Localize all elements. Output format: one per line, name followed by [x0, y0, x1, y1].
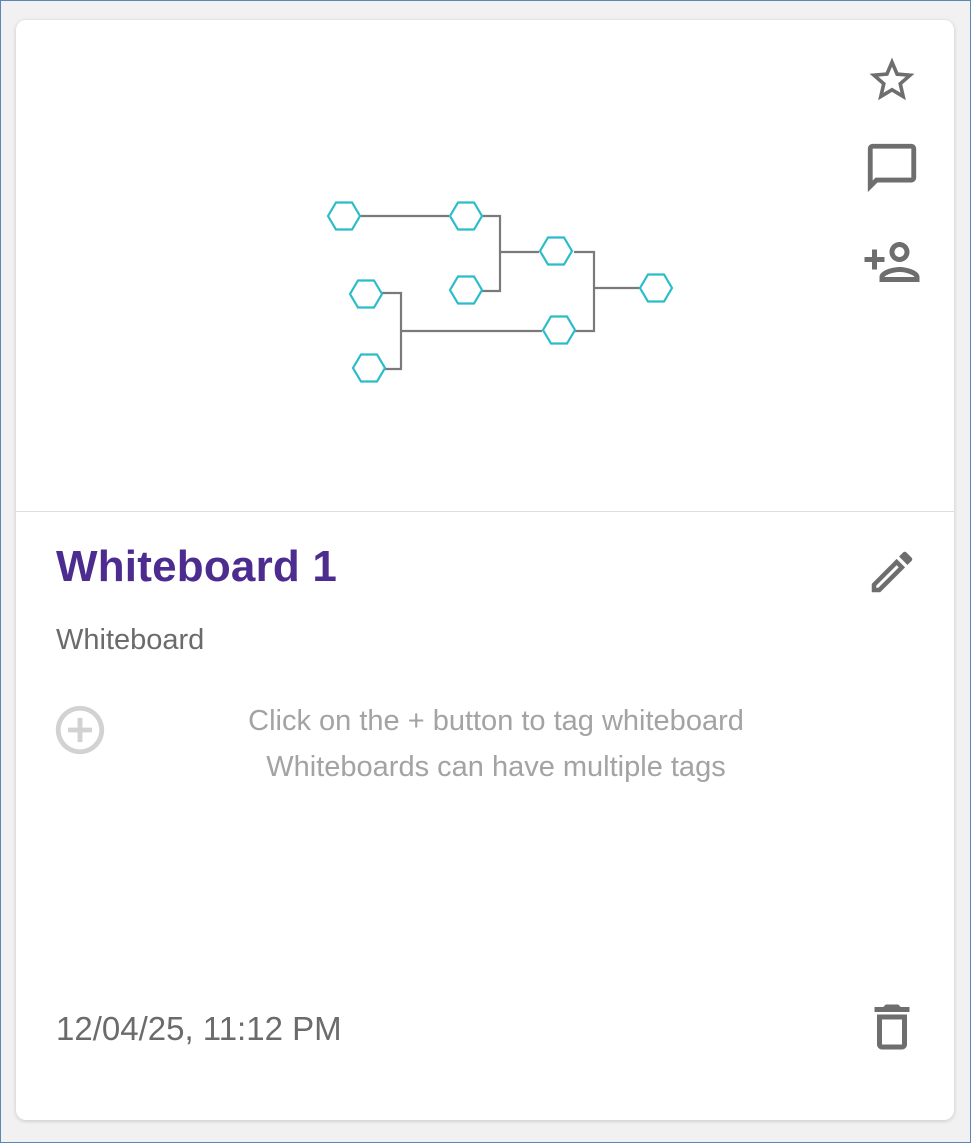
connector-line: [574, 250, 596, 333]
tag-hint-line-1: Click on the + button to tag whiteboard: [248, 705, 744, 737]
diagram-node: [538, 236, 574, 266]
diagram-node: [541, 315, 577, 345]
tag-hint: Click on the + button to tag whiteboard …: [176, 698, 816, 790]
whiteboard-card[interactable]: Whiteboard 1 Whiteboard Click on the + b…: [16, 20, 954, 1120]
add-tag-button[interactable]: [50, 700, 110, 760]
person-add-icon: [864, 242, 920, 282]
comment-icon: [867, 143, 917, 193]
connector-line: [382, 291, 403, 371]
whiteboard-type-label: Whiteboard: [56, 624, 205, 656]
connector-line: [482, 214, 502, 293]
delete-button[interactable]: [862, 997, 922, 1057]
pencil-icon: [871, 551, 913, 593]
diagram-node: [638, 273, 674, 303]
whiteboard-preview[interactable]: [16, 20, 954, 510]
comment-button[interactable]: [862, 138, 922, 198]
diagram-node: [348, 279, 384, 309]
diagram-node: [448, 201, 484, 231]
favorite-button[interactable]: [862, 50, 922, 110]
whiteboard-title[interactable]: Whiteboard 1: [56, 542, 337, 592]
star-outline-icon: [869, 57, 915, 101]
add-circle-outline-icon: [55, 705, 105, 755]
share-button[interactable]: [862, 232, 922, 292]
tag-hint-line-2: Whiteboards can have multiple tags: [266, 751, 726, 783]
diagram-thumbnail: [326, 201, 674, 383]
rename-button[interactable]: [862, 542, 922, 602]
diagram-node: [326, 201, 362, 231]
diagram-node: [448, 275, 484, 305]
card-divider: [16, 511, 954, 512]
diagram-node: [351, 353, 387, 383]
trash-icon: [874, 1004, 910, 1050]
modified-timestamp: 12/04/25, 11:12 PM: [56, 1010, 342, 1047]
